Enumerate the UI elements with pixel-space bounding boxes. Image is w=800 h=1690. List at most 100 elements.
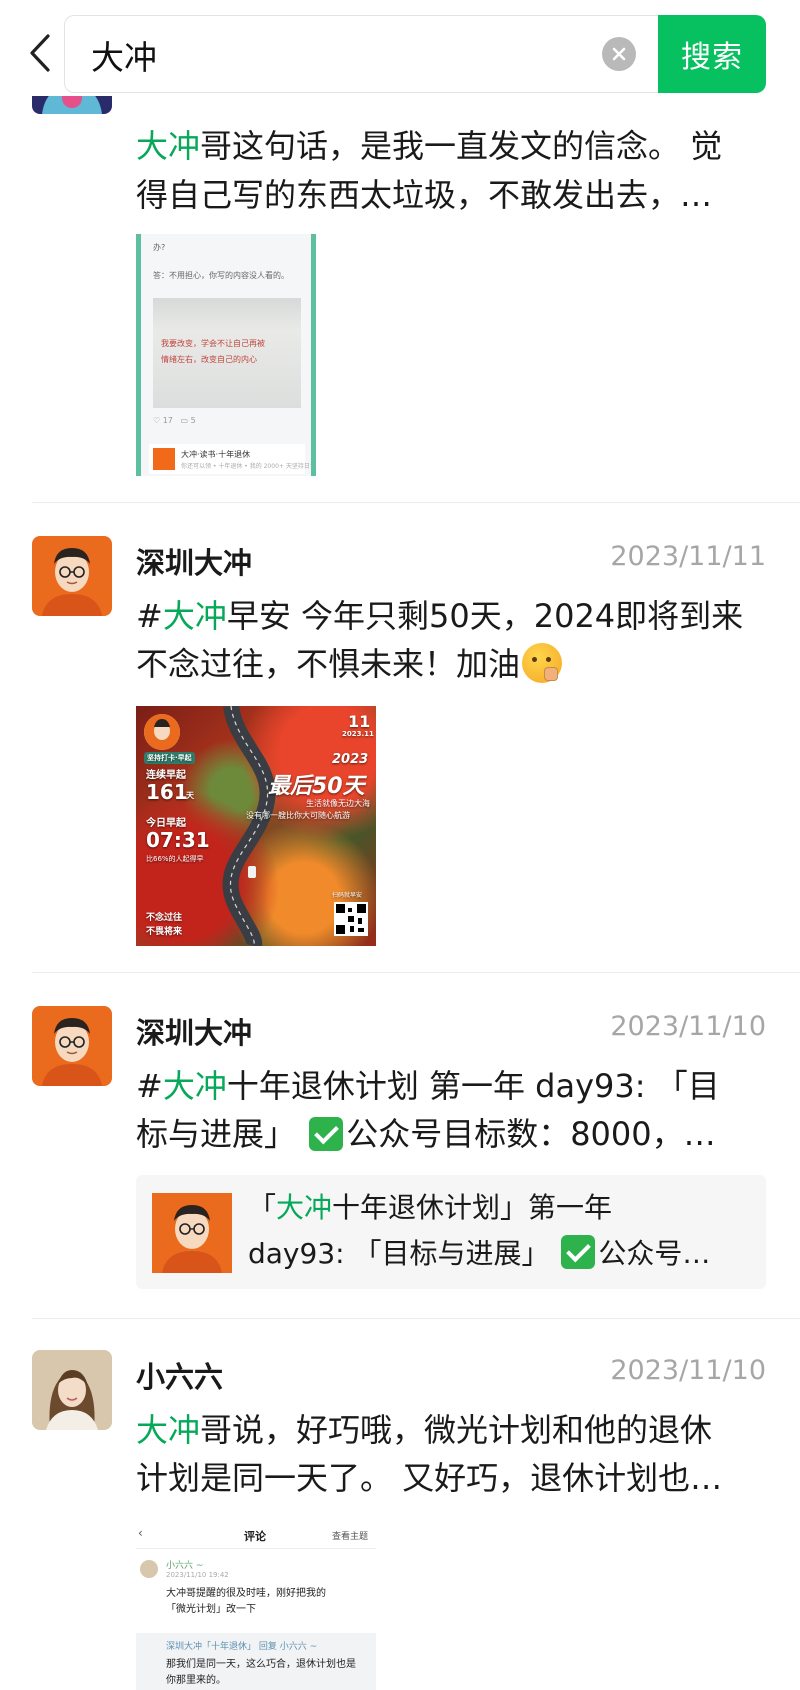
card-thumbnail bbox=[153, 448, 175, 470]
post-text: 十年退休计划 第一年 day93: 「目 bbox=[226, 1067, 720, 1105]
image-stats: ♡ 17 ▭ 5 bbox=[153, 416, 196, 425]
avatar bbox=[32, 536, 112, 616]
commenter-name: 小六六 ~ bbox=[166, 1561, 204, 1571]
post-text: 哥这句话，是我一直发文的信念。 觉 bbox=[200, 127, 723, 165]
clear-search-button[interactable] bbox=[602, 37, 636, 71]
post-date: 2023/11/10 bbox=[610, 1355, 766, 1386]
post-text-line: #大冲早安 今年只剩50天，2024即将到来 bbox=[136, 592, 766, 641]
post-text-line: 标与进展」 公众号目标数：8000，… bbox=[136, 1110, 766, 1159]
poster-slogan: 没有哪一艘比你大可随心航游 bbox=[246, 811, 350, 820]
poster-footer: 不念过往 bbox=[146, 913, 183, 923]
hashtag-symbol: # bbox=[136, 597, 163, 635]
today-label: 今日早起 bbox=[146, 818, 186, 829]
article-card[interactable]: 「大冲十年退休计划」第一年 day93: 「目标与进展」 公众号… bbox=[136, 1175, 766, 1289]
image-back-text: ‹ bbox=[138, 1526, 143, 1540]
comment-icon: ▭ bbox=[180, 416, 189, 425]
today-time: 07:31 bbox=[146, 828, 210, 852]
post-text: 早安 今年只剩50天，2024即将到来 bbox=[226, 597, 744, 635]
poster-day: 11 bbox=[348, 712, 371, 731]
streak-value: 161 bbox=[146, 780, 188, 804]
article-title: 「大冲十年退休计划」第一年 day93: 「目标与进展」 公众号… bbox=[248, 1185, 748, 1277]
qr-code-icon bbox=[334, 902, 368, 936]
poster-slogan: 生活就像无边大海 bbox=[306, 799, 370, 808]
reply-header: 深圳大冲「十年退休」 回复 小六六 ~ bbox=[166, 1642, 318, 1652]
image-divider bbox=[136, 1548, 376, 1549]
post-image[interactable]: 办? 答：不用担心，你写的内容没人看的。 我要改变，学会不让自己再被 情绪左右，… bbox=[136, 234, 316, 476]
keyword-highlight: 大冲 bbox=[136, 1411, 201, 1449]
post-text: 标与进展」 bbox=[136, 1115, 297, 1153]
poster-yearmonth: 2023.11 bbox=[342, 730, 374, 738]
poster-badge: 坚持打卡·早起 bbox=[144, 752, 195, 764]
avatar bbox=[32, 1350, 112, 1430]
check-mark-icon bbox=[309, 1117, 344, 1151]
shushing-face-emoji-icon bbox=[522, 643, 563, 683]
poster-footer: 不畏将来 bbox=[146, 927, 183, 937]
username[interactable]: 深圳大冲 bbox=[136, 1010, 252, 1052]
check-mark-icon bbox=[561, 1235, 596, 1269]
post-date: 2023/11/10 bbox=[610, 1011, 766, 1042]
avatar bbox=[32, 1006, 112, 1086]
reply-text: 你那里来的。 bbox=[166, 1675, 226, 1686]
comment-time: 2023/11/10 19:42 bbox=[166, 1571, 229, 1579]
divider bbox=[32, 972, 800, 973]
image-text: 办? bbox=[153, 243, 166, 252]
keyword-highlight: 大冲 bbox=[162, 1067, 227, 1105]
search-input[interactable] bbox=[89, 16, 573, 94]
article-title-text: 「 bbox=[248, 1191, 277, 1224]
image-text: 答：不用担心，你写的内容没人看的。 bbox=[153, 271, 289, 280]
rank-text: 比66%的人起得早 bbox=[146, 855, 204, 863]
post-text-line: 不念过往，不惧未来！加油 bbox=[136, 640, 766, 689]
handwriting-text: 我要改变，学会不让自己再被 bbox=[161, 339, 265, 348]
handwriting-photo: 我要改变，学会不让自己再被 情绪左右，改变自己的内心 bbox=[153, 298, 301, 408]
like-icon: ♡ bbox=[153, 416, 161, 425]
streak-label: 连续早起 bbox=[146, 770, 186, 781]
keyword-highlight: 大冲 bbox=[136, 127, 201, 165]
reply-block: 深圳大冲「十年退休」 回复 小六六 ~ 那我们是同一天，这么巧合，退休计划也是 … bbox=[136, 1633, 376, 1690]
post-image[interactable]: ‹ 评论 查看主题 小六六 ~ 2023/11/10 19:42 大冲哥提醒的很… bbox=[136, 1520, 376, 1690]
chevron-left-icon bbox=[30, 34, 50, 72]
image-topic: 查看主题 bbox=[332, 1532, 369, 1542]
search-box bbox=[64, 15, 658, 94]
handwriting-text: 情绪左右，改变自己的内心 bbox=[161, 355, 257, 364]
hashtag-symbol: # bbox=[136, 1067, 163, 1105]
commenter-avatar bbox=[140, 1560, 158, 1578]
close-icon bbox=[612, 47, 626, 61]
qr-label: 扫码就早安 bbox=[332, 892, 363, 899]
post-text-line: #大冲十年退休计划 第一年 day93: 「目 bbox=[136, 1062, 766, 1111]
comment-text: 大冲哥提醒的很及时哇，刚好把我的 bbox=[166, 1588, 326, 1599]
article-thumbnail bbox=[152, 1193, 232, 1273]
poster-headline: 最后50天 bbox=[268, 774, 365, 799]
like-count: 17 bbox=[162, 416, 173, 425]
comment-count: 5 bbox=[190, 416, 196, 425]
poster-year: 2023 bbox=[332, 752, 369, 767]
keyword-highlight: 大冲 bbox=[162, 597, 227, 635]
card-title: 大冲·读书·十年退休 bbox=[181, 450, 251, 459]
keyword-highlight: 大冲 bbox=[276, 1191, 333, 1224]
back-button[interactable] bbox=[22, 30, 58, 76]
post-text: 公众号目标数：8000，… bbox=[346, 1115, 716, 1153]
post-text-line: 大冲哥说，好巧哦，微光计划和他的退休 bbox=[136, 1406, 766, 1455]
streak-unit: 天 bbox=[186, 791, 194, 800]
article-title-text: 十年退休计划」第一年 bbox=[332, 1191, 613, 1224]
post-text: 哥说，好巧哦，微光计划和他的退休 bbox=[200, 1411, 713, 1449]
post-text-line: 计划是同一天了。 又好巧，退休计划也… bbox=[136, 1459, 723, 1497]
post-text: 不念过往，不惧未来！加油 bbox=[136, 645, 521, 683]
image-title: 评论 bbox=[244, 1530, 266, 1543]
post-text-line: 大冲哥这句话，是我一直发文的信念。 觉 bbox=[136, 122, 766, 171]
post-text-line: 得自己写的东西太垃圾，不敢发出去，… bbox=[136, 176, 713, 214]
search-button[interactable]: 搜索 bbox=[658, 15, 766, 93]
card-subtitle: 你还可以领 • 十年退休 • 我的 2000+ 天坚持日记 bbox=[181, 463, 316, 470]
post-image[interactable]: 坚持打卡·早起 11 2023.11 2023 最后50天 生活就像无边大海 没… bbox=[136, 706, 376, 946]
divider bbox=[32, 1318, 800, 1319]
divider bbox=[32, 502, 800, 503]
username[interactable]: 小六六 bbox=[136, 1354, 223, 1396]
article-title-text: day93: 「目标与进展」 bbox=[248, 1237, 550, 1270]
username[interactable]: 深圳大冲 bbox=[136, 540, 252, 582]
article-title-text: 公众号… bbox=[598, 1237, 711, 1270]
comment-text: 「微光计划」改一下 bbox=[166, 1604, 256, 1615]
post-date: 2023/11/11 bbox=[610, 541, 766, 572]
search-header: 搜索 bbox=[0, 0, 800, 96]
poster-avatar bbox=[144, 714, 180, 750]
image-card: 大冲·读书·十年退休 你还可以领 • 十年退休 • 我的 2000+ 天坚持日记 bbox=[149, 444, 311, 474]
reply-text: 那我们是同一天，这么巧合，退休计划也是 bbox=[166, 1659, 356, 1670]
